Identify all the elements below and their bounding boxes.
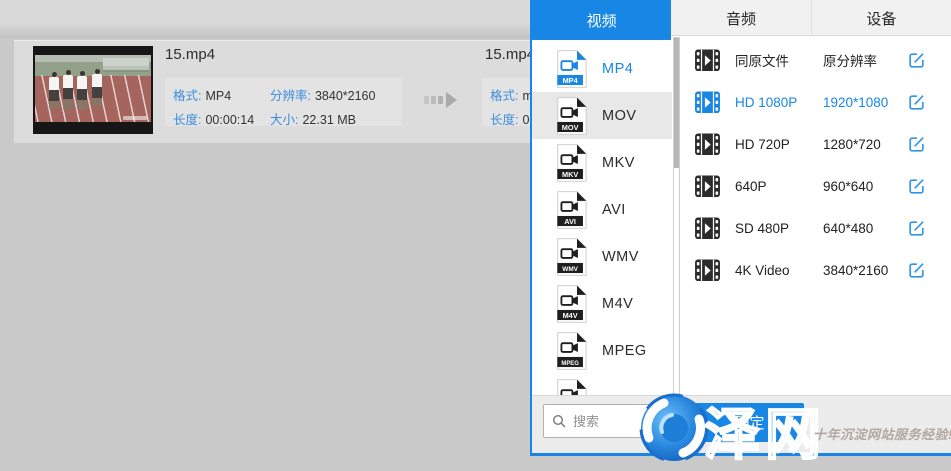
video-file-icon: MOV — [555, 96, 588, 136]
filmstrip-play-icon — [694, 175, 721, 198]
thumbnail-building — [103, 58, 149, 72]
filmstrip-play-icon — [694, 217, 721, 240]
resolution-label: 分辨率: — [270, 89, 311, 103]
format-label: 格式: — [173, 89, 201, 103]
quality-name: 640P — [735, 179, 823, 194]
edit-icon[interactable] — [907, 51, 926, 70]
thumbnail-person — [49, 77, 59, 109]
quality-name: 同原文件 — [735, 50, 823, 70]
format-item-mp4[interactable]: MP4 MP4 — [532, 45, 672, 92]
format-item-label: MOV — [602, 108, 637, 124]
format-item-avi[interactable]: AVI AVI — [532, 186, 672, 233]
panel-footer: 确定 — [532, 395, 951, 453]
source-file-title: 15.mp4 — [165, 46, 215, 63]
format-label: 格式: — [490, 89, 518, 103]
svg-text:AVI: AVI — [564, 216, 576, 225]
output-format-panel: 视频 音频 设备 MP4 MP4 MOV MOV MKV MKV AVI AVI… — [530, 0, 951, 456]
size-value: 22.31 MB — [302, 113, 356, 127]
panel-tab-bar: 视频 音频 设备 — [532, 0, 951, 36]
format-item-partial[interactable] — [532, 374, 672, 395]
format-item-m4v[interactable]: M4V M4V — [532, 280, 672, 327]
scrollbar-thumb[interactable] — [674, 38, 679, 168]
search-icon — [552, 414, 566, 428]
quality-row-4k[interactable]: 4K Video 3840*2160 — [682, 249, 951, 291]
edit-icon[interactable] — [907, 93, 926, 112]
video-file-icon: MP4 — [555, 49, 588, 89]
video-file-icon: AVI — [555, 190, 588, 230]
format-item-mkv[interactable]: MKV MKV — [532, 139, 672, 186]
filmstrip-play-icon — [694, 259, 721, 282]
format-item-label: MPEG — [602, 343, 647, 359]
video-file-icon: MPEG — [555, 331, 588, 371]
video-file-icon: M4V — [555, 284, 588, 324]
tab-device[interactable]: 设备 — [811, 0, 951, 36]
video-file-icon: WMV — [555, 237, 588, 277]
video-thumbnail — [33, 46, 153, 134]
format-item-mpeg[interactable]: MPEG MPEG — [532, 327, 672, 374]
quality-resolution: 960*640 — [823, 179, 873, 194]
edit-icon[interactable] — [907, 177, 926, 196]
quality-resolution: 3840*2160 — [823, 263, 888, 278]
quality-row-original[interactable]: 同原文件 原分辨率 — [682, 39, 951, 81]
filmstrip-play-icon — [694, 91, 721, 114]
edit-icon[interactable] — [907, 135, 926, 154]
format-value: MP4 — [205, 89, 231, 103]
format-item-mov[interactable]: MOV MOV — [532, 92, 672, 139]
filmstrip-play-icon — [694, 49, 721, 72]
format-list-scrollbar[interactable] — [673, 37, 680, 397]
svg-text:M4V: M4V — [563, 310, 578, 319]
format-item-label: MKV — [602, 155, 635, 171]
format-item-label: MP4 — [602, 61, 633, 77]
edit-icon[interactable] — [907, 219, 926, 238]
convert-arrow-icon — [424, 92, 457, 108]
format-item-label: WMV — [602, 249, 639, 265]
size-label: 大小: — [270, 113, 298, 127]
format-item-label: M4V — [602, 296, 633, 312]
quality-name: SD 480P — [735, 221, 823, 236]
output-file-title: 15.mp4 — [485, 46, 535, 63]
confirm-button[interactable]: 确定 — [695, 403, 804, 442]
quality-name: HD 720P — [735, 137, 823, 152]
duration-label: 长度: — [173, 113, 201, 127]
quality-resolution: 1920*1080 — [823, 95, 888, 110]
video-file-icon — [555, 378, 588, 396]
thumbnail-person — [92, 74, 102, 107]
quality-row-sd480p[interactable]: SD 480P 640*480 — [682, 207, 951, 249]
duration-value: 00:00:14 — [205, 113, 254, 127]
source-file-info: 格式: MP4 分辨率: 3840*2160 长度: 00:00:14 大小: 22.3… — [165, 78, 402, 126]
format-item-label: AVI — [602, 202, 626, 218]
video-file-icon: MKV — [555, 143, 588, 183]
filmstrip-play-icon — [694, 133, 721, 156]
tab-video[interactable]: 视频 — [532, 0, 671, 40]
quality-row-640p[interactable]: 640P 960*640 — [682, 165, 951, 207]
quality-row-hd720p[interactable]: HD 720P 1280*720 — [682, 123, 951, 165]
tab-audio[interactable]: 音频 — [671, 0, 810, 36]
edit-icon[interactable] — [907, 261, 926, 280]
format-item-wmv[interactable]: WMV WMV — [532, 233, 672, 280]
svg-text:MPEG: MPEG — [561, 360, 579, 366]
quality-resolution: 1280*720 — [823, 137, 881, 152]
quality-resolution: 原分辨率 — [823, 50, 877, 70]
search-box[interactable] — [543, 404, 672, 438]
resolution-value: 3840*2160 — [315, 89, 375, 103]
quality-list: 同原文件 原分辨率 HD 1080P 1920*1080 HD 720P 128… — [682, 36, 951, 395]
thumbnail-person — [63, 75, 73, 110]
video-thumbnail-photo — [35, 55, 151, 122]
quality-name: 4K Video — [735, 263, 823, 278]
svg-text:MOV: MOV — [562, 122, 579, 131]
quality-resolution: 640*480 — [823, 221, 873, 236]
format-list: MP4 MP4 MOV MOV MKV MKV AVI AVI WMV WMV … — [532, 40, 672, 395]
thumbnail-watermark — [123, 116, 147, 120]
svg-text:MP4: MP4 — [563, 75, 579, 84]
search-input[interactable] — [573, 414, 665, 429]
duration-label: 长度: — [490, 113, 518, 127]
thumbnail-person — [77, 76, 87, 110]
quality-row-hd1080p[interactable]: HD 1080P 1920*1080 — [682, 81, 951, 123]
svg-text:WMV: WMV — [562, 265, 578, 272]
svg-text:MKV: MKV — [562, 169, 578, 178]
quality-name: HD 1080P — [735, 95, 823, 110]
